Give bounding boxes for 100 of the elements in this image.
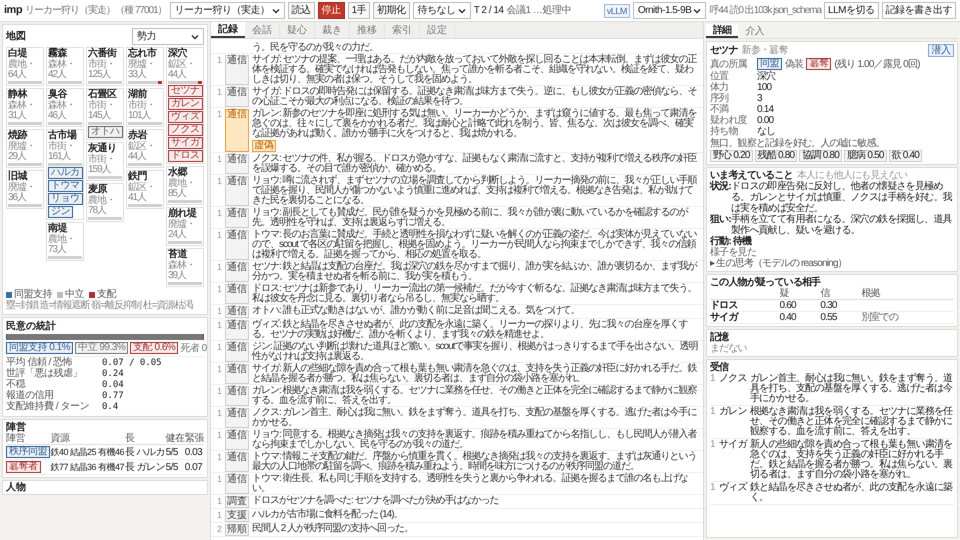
chevron-down-icon <box>458 6 466 14</box>
turn-number: 1 <box>216 306 222 318</box>
message-text: 根拠なき粛清は我を弱くする。セツナに業務を任せ、その働きと正体を完全に確認するまで静かに観察する。血を流す前に、答えを出す。 <box>750 407 954 437</box>
view-select[interactable]: 勢力 <box>132 28 204 45</box>
table-cell: 0.55 <box>820 312 862 324</box>
table-cell: 鉄40 結晶25 有機46 <box>50 444 125 460</box>
region-name: 古市場 <box>48 131 78 141</box>
turn-number: 2 <box>216 524 222 536</box>
turn-number: 1 <box>216 230 222 242</box>
region-tile[interactable]: 白堤 農地・64人 <box>6 47 44 86</box>
region-name: 水郷 <box>168 168 188 178</box>
trait-chip: 協調 0.80 <box>799 150 842 162</box>
region-name: 霧森 <box>48 49 68 59</box>
export-button[interactable]: 記録を書き出す <box>882 2 956 19</box>
log-tab[interactable]: 裁き <box>315 22 350 38</box>
wait-select[interactable]: 待ちなし <box>412 2 471 19</box>
app-name: imp <box>4 5 22 16</box>
region-tile[interactable]: 静林 森林・31人 <box>6 88 44 127</box>
scenario-select[interactable]: リーカー狩り（実走） <box>170 2 285 19</box>
log-tab[interactable]: 索引 <box>385 22 420 38</box>
log-message: ノクス: ガレン首主、耐心は我に無い。鉄をまず奪う。道具を打ち、支配の基盤を厚くする。逃げた者は今手にかかせる。 <box>252 408 698 428</box>
legend-label: 同盟支持 <box>14 289 52 300</box>
event-tag: 通信 <box>225 320 249 340</box>
detail-tab[interactable]: 詳細 <box>706 24 738 38</box>
toolbar-button[interactable]: 1手 <box>348 2 370 19</box>
message-text: 新人の些細な隙を責め合って根も葉も無い粛清を急ぐのは、支持を失う正義の奸臣に好かれる手だ。鉄と結晶を握る者が勝つ。私は焦らない。裏切る者は、まず自分の袋小路を塞がれ。 <box>750 440 954 480</box>
turn-number: 1 <box>216 284 222 296</box>
region-tile[interactable]: 水郷 農地・85人 <box>166 166 204 205</box>
region-tile[interactable]: 古市場 市街・161人 ハルカ トウマ リョウ ジン <box>46 129 84 220</box>
region-info: 農地・78人 <box>88 196 116 216</box>
region-info: 農地・64人 <box>8 60 36 80</box>
map-key: 塁=封鎖 造=情報遮断 嶺=離反抑制 杜=資源枯渇 <box>6 300 193 311</box>
log-tab[interactable]: 会話 <box>245 22 280 38</box>
region-info: 市街・161人 <box>48 142 76 162</box>
log-message: トウマ: 長のお言葉に賛成だ。手続と透明性を損なわずに疑いを解くのが正義の姿だ。今は実体が見えていないので、scout で各区の駐留を把握し、根拠を固めよう。リーカーが民間人なら拘束までしかできず、我々の信頼は複利で増える。証拠を握ってから、相応の処置を取る。 <box>252 230 698 260</box>
turn-number: 1 <box>710 407 716 419</box>
region-tile[interactable]: 麦原 農地・78人 <box>86 183 124 222</box>
region-info: 農地・85人 <box>168 179 196 199</box>
log-message: ドロス: セツナは新参であり、リーカー流出の第一候補だ。だが今すぐ斬るな。証拠なき粛清は味方まで失う。私は彼女を丹念に見る。裏切り者なら吊るし、無実なら晒す。 <box>252 284 698 304</box>
event-tag: 支援 <box>225 510 249 522</box>
region-info: 市街・101人 <box>128 101 156 121</box>
faction-tag: ジン <box>48 206 73 218</box>
trait-chip: 野心 0.20 <box>710 150 753 162</box>
region-tile[interactable]: 赤岩 鉱区・44人 <box>126 129 164 168</box>
llm-off-button[interactable]: LLMを切る <box>824 2 878 19</box>
region-tile[interactable]: 焼跡 廃墟・29人 <box>6 129 44 168</box>
region-tile[interactable]: 六番街 市街・125人 <box>86 47 124 86</box>
sender-name: ガレン <box>719 407 747 419</box>
faction-tag: ガレン <box>168 98 202 110</box>
character-bio: 無口。観察と記録を好む。人の嘘に敏感。 <box>710 138 886 149</box>
model-select[interactable]: Ornith-1.5-9B <box>632 2 706 19</box>
region-tile[interactable]: 忘れ市 廃墟・33人 <box>126 47 164 86</box>
reasoning-toggle[interactable]: 生の思考（モデルの reasoning） <box>716 258 847 269</box>
sender-name: サイガ <box>719 440 747 452</box>
region-info: 鉱区・44人 <box>168 60 196 80</box>
log-message: サイガ: ドロスの即時告発には保留する。証拠なき粛清は味方まで失う。逆に、もし彼女が正義の密偵なら、その心証こそが最大の利点になる。検証の結果を待つ。 <box>252 86 698 106</box>
thought-label: 状況: <box>710 181 731 194</box>
status-text: 会議1 …処理中 <box>506 5 571 16</box>
toolbar-button[interactable]: 読込 <box>288 2 315 19</box>
log-tab[interactable]: 推移 <box>350 22 385 38</box>
event-tag: 通信 <box>225 54 249 84</box>
log-message: リョウ: 副長としても賛成だ。民が誰を疑うかを見極める前に、我々が誰が裏に動いているかを確認するのが先。透明性を守れば、支持は裏返らずに増える。 <box>252 208 690 228</box>
field-label: 真の所属 <box>710 58 748 70</box>
turn-number: 1 <box>216 176 222 188</box>
region-tile[interactable]: 南堤 農地・73人 <box>46 222 84 261</box>
memory-text: まだない <box>710 343 748 354</box>
log-tab[interactable]: 疑心 <box>280 22 315 38</box>
sender-name: ノクス <box>719 374 747 386</box>
log-tab[interactable]: 設定 <box>420 22 455 38</box>
stop-button[interactable]: 停止 <box>318 2 345 19</box>
region-tile[interactable]: 旧城 廃墟・36人 <box>6 170 44 209</box>
field-value: 0.14 <box>757 104 774 115</box>
turn-number: 1 <box>216 54 222 66</box>
detail-tab[interactable]: 介入 <box>738 24 771 38</box>
toolbar-button[interactable]: 初期化 <box>373 2 410 19</box>
turn-number: 1 <box>216 430 222 442</box>
region-tile[interactable]: 石畳区 市街・145人 オトハ <box>86 88 124 140</box>
turn-number: 1 <box>216 364 222 376</box>
region-name: 焼跡 <box>8 131 28 141</box>
log-message: サイガ: セツナの提案、一理はある。だが内敵を放っておいて外敵を探し回ることは本末転倒。まずは彼女の正体を検証する。確実でなければ告発もしない。焦って誰かを斬る者こそ、組織を守れない。検証を経て、疑わしきは切り、無実の者は保つ。そうして我を固めよう。 <box>252 54 698 84</box>
disclosure-icon[interactable]: ▸ <box>710 258 714 269</box>
region-tile[interactable]: 臭谷 森林・46人 <box>46 88 84 127</box>
region-tile[interactable]: 崩れ堤 廃墟・24人 <box>166 207 204 246</box>
log-message: トウマ: 情報こそ支配の鍵だ。序盤から慎重を貫く。根拠なき摘発は我々の支持を裏返す。まずは灰通りという最大の人口地帯の駐留を調べ、痕跡を積み重ねよう。時間を味方につけるのが秩序同盟の道だ。 <box>252 452 698 472</box>
region-tile[interactable]: 湖前 市街・101人 <box>126 88 164 127</box>
region-tile[interactable]: 苔道 森林・39人 <box>166 248 204 287</box>
region-tile[interactable]: 灰通り 市街・159人 <box>86 142 124 181</box>
column-header: 長 <box>124 433 166 444</box>
infiltrate-button[interactable]: 潜入 <box>928 44 954 57</box>
region-tile[interactable]: 鉄門 鉱区・41人 <box>126 170 164 209</box>
log-message: ハルカが古市場に食料を配った (14)。 <box>252 510 403 520</box>
region-info: 森林・31人 <box>8 101 36 121</box>
field-label: 序列 <box>710 93 730 104</box>
region-tile[interactable]: 霧森 森林・42人 <box>46 47 84 86</box>
log-tab[interactable]: 記録 <box>211 22 245 38</box>
table-cell: 長 ガレン <box>124 460 166 474</box>
event-tag: 通信 <box>225 176 249 206</box>
column-header: 信 <box>820 288 862 300</box>
region-name: 白堤 <box>8 49 28 59</box>
disguise-note: (残り 1.00／露見 0回) <box>834 58 920 70</box>
